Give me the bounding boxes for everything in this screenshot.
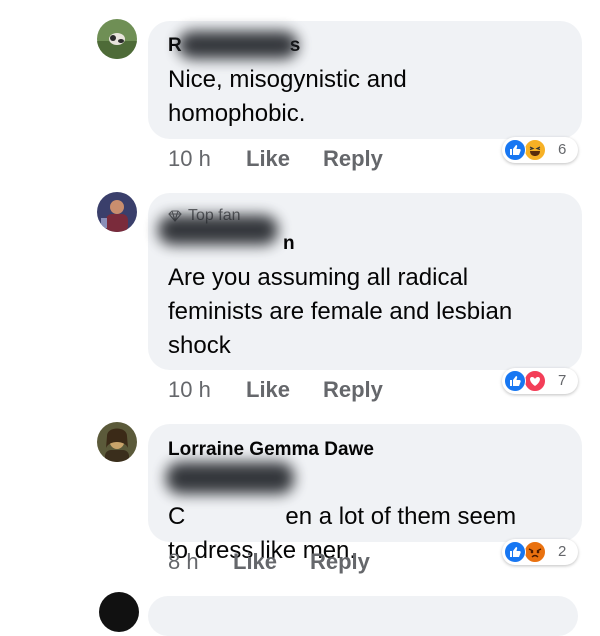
commenter-avatar[interactable] bbox=[97, 422, 137, 462]
redaction-overlay bbox=[178, 31, 298, 59]
mention-link[interactable]: Cen bbox=[168, 503, 312, 530]
comment-bubble bbox=[148, 596, 578, 636]
comment-text: Nice, misogynistic and homophobic. bbox=[168, 66, 407, 127]
reply-button[interactable]: Reply bbox=[310, 549, 370, 575]
reaction-count: 2 bbox=[558, 543, 567, 560]
reaction-summary[interactable]: 6 bbox=[502, 137, 578, 163]
like-reaction-icon bbox=[504, 541, 526, 563]
comment-bubble: Rs Nice, misogynistic and homophobic. bbox=[148, 21, 582, 139]
angry-reaction-icon bbox=[524, 541, 546, 563]
comment-timestamp[interactable]: 10 h bbox=[168, 377, 211, 403]
like-button[interactable]: Like bbox=[246, 377, 290, 403]
like-reaction-icon bbox=[504, 139, 526, 161]
reaction-summary[interactable]: 2 bbox=[502, 539, 578, 565]
like-button[interactable]: Like bbox=[233, 549, 277, 575]
comment-timestamp[interactable]: 10 h bbox=[168, 146, 211, 172]
haha-reaction-icon bbox=[524, 139, 546, 161]
reaction-summary[interactable]: 7 bbox=[502, 368, 578, 394]
like-reaction-icon bbox=[504, 370, 526, 392]
love-reaction-icon bbox=[524, 370, 546, 392]
commenter-avatar[interactable] bbox=[97, 192, 137, 232]
commenter-avatar[interactable] bbox=[99, 592, 139, 632]
comment-author[interactable]: n bbox=[168, 233, 295, 255]
redaction-overlay bbox=[166, 462, 294, 494]
comment-bubble: Top fan n Are you assuming all radical f… bbox=[148, 193, 582, 370]
comment-timestamp[interactable]: 8 h bbox=[168, 549, 199, 575]
reaction-count: 6 bbox=[558, 141, 567, 158]
reaction-count: 7 bbox=[558, 372, 567, 389]
like-button[interactable]: Like bbox=[246, 146, 290, 172]
commenter-avatar[interactable] bbox=[97, 19, 137, 59]
reply-button[interactable]: Reply bbox=[323, 377, 383, 403]
comment-author[interactable]: Lorraine Gemma Dawe bbox=[168, 439, 374, 461]
comment-bubble: Lorraine Gemma Dawe Cen a lot of them se… bbox=[148, 424, 582, 564]
comment-text: Are you assuming all radical feminists a… bbox=[168, 264, 513, 359]
reply-button[interactable]: Reply bbox=[323, 146, 383, 172]
